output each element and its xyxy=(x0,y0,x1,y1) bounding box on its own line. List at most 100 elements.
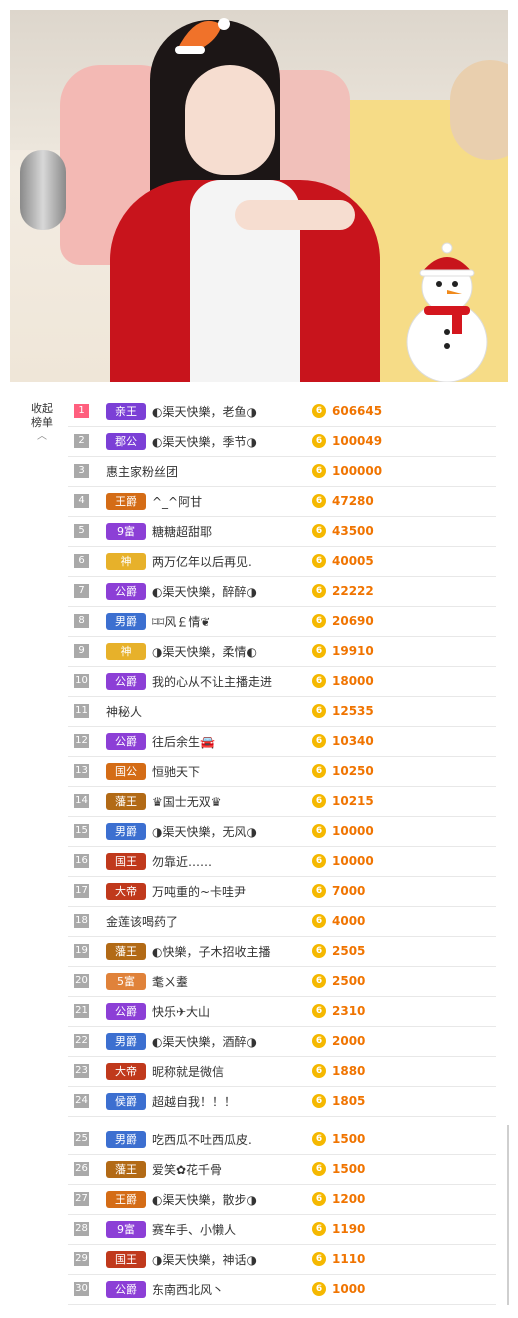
rank-number: 11 xyxy=(74,704,89,718)
leaderboard-row[interactable]: 17 大帝 万吨重的~卡哇尹 6 7000 xyxy=(68,877,496,907)
contribution-amount: 43500 xyxy=(332,524,374,538)
user-name[interactable]: 爱笑✿花千骨 xyxy=(152,1162,222,1178)
leaderboard-row[interactable]: 2 郡公 ◐渠天快樂，季节◑ 6 100049 xyxy=(68,427,496,457)
live-stream-video[interactable] xyxy=(10,10,508,382)
user-name[interactable]: ◐渠天快樂，散步◑ xyxy=(152,1192,257,1208)
streamer-hand xyxy=(235,200,355,230)
user-name[interactable]: 恒驰天下 xyxy=(152,764,200,780)
leaderboard-row[interactable]: 30 公爵 东南西北风丶 6 1000 xyxy=(68,1275,496,1305)
coin-icon: 6 xyxy=(312,554,326,568)
user-name[interactable]: 往后余生🚘 xyxy=(152,734,215,750)
user-name[interactable]: ⌑⌑风￡情❦ xyxy=(152,614,210,630)
scrollbar[interactable] xyxy=(507,1125,509,1305)
rank-number: 8 xyxy=(74,614,89,628)
microphone xyxy=(20,150,66,230)
user-name[interactable]: 快乐✈大山 xyxy=(152,1004,210,1020)
coin-icon: 6 xyxy=(312,494,326,508)
coin-icon: 6 xyxy=(312,854,326,868)
contribution-amount: 100049 xyxy=(332,434,383,448)
user-name[interactable]: 东南西北风丶 xyxy=(152,1282,224,1298)
user-name[interactable]: ◐渠天快樂，老鱼◑ xyxy=(152,404,257,420)
user-name[interactable]: ◐快樂，子木招收主播 xyxy=(152,944,270,960)
rank-number: 10 xyxy=(74,674,89,688)
user-name[interactable]: ◐渠天快樂，醉醉◑ xyxy=(152,584,257,600)
user-name[interactable]: 勿靠近…… xyxy=(152,854,212,870)
user-name[interactable]: 昵称就是微信 xyxy=(152,1064,224,1080)
snowman-icon xyxy=(406,242,488,382)
leaderboard-row[interactable]: 25 男爵 吃西瓜不吐西瓜皮. 6 1500 xyxy=(68,1125,496,1155)
rank-number: 1 xyxy=(74,404,89,418)
user-name[interactable]: ◑渠天快樂，柔情◐ xyxy=(152,644,257,660)
leaderboard-row[interactable]: 3 惠主家粉丝团 6 100000 xyxy=(68,457,496,487)
coin-icon: 6 xyxy=(312,1282,326,1296)
user-name[interactable]: 超越自我！！！ xyxy=(152,1094,236,1110)
user-name[interactable]: 我的心从不让主播走进 xyxy=(152,674,272,690)
leaderboard-row[interactable]: 18 金莲该喝药了 6 4000 xyxy=(68,907,496,937)
leaderboard-row[interactable]: 23 大帝 昵称就是微信 6 1880 xyxy=(68,1057,496,1087)
user-name[interactable]: 惠主家粉丝团 xyxy=(106,464,178,480)
contribution-amount: 2500 xyxy=(332,974,366,988)
collapse-leaderboard-toggle[interactable]: 收起榜单 ︿ xyxy=(22,402,62,444)
leaderboard-row[interactable]: 11 神秘人 6 12535 xyxy=(68,697,496,727)
user-name[interactable]: ^_^阿甘 xyxy=(152,494,202,510)
user-name[interactable]: ◑渠天快樂，无风◑ xyxy=(152,824,257,840)
leaderboard-row[interactable]: 15 男爵 ◑渠天快樂，无风◑ 6 10000 xyxy=(68,817,496,847)
rank-number: 15 xyxy=(74,824,89,838)
leaderboard-row[interactable]: 21 公爵 快乐✈大山 6 2310 xyxy=(68,997,496,1027)
contribution-amount: 18000 xyxy=(332,674,374,688)
leaderboard-row[interactable]: 27 王爵 ◐渠天快樂，散步◑ 6 1200 xyxy=(68,1185,496,1215)
contribution-amount: 2310 xyxy=(332,1004,366,1018)
contribution-amount: 606645 xyxy=(332,404,383,418)
user-name[interactable]: 糖糖超甜耶 xyxy=(152,524,212,540)
leaderboard-row[interactable]: 12 公爵 往后余生🚘 6 10340 xyxy=(68,727,496,757)
user-name[interactable]: ◐渠天快樂，酒醉◑ xyxy=(152,1034,257,1050)
user-name[interactable]: 耄ㄨ耋 xyxy=(152,974,188,990)
leaderboard-row[interactable]: 7 公爵 ◐渠天快樂，醉醉◑ 6 22222 xyxy=(68,577,496,607)
coin-icon: 6 xyxy=(312,614,326,628)
rank-badge: 藩王 xyxy=(106,943,146,960)
user-name[interactable]: 金莲该喝药了 xyxy=(106,914,178,930)
rank-number: 13 xyxy=(74,764,89,778)
leaderboard-row[interactable]: 20 5富 耄ㄨ耋 6 2500 xyxy=(68,967,496,997)
contribution-amount: 47280 xyxy=(332,494,374,508)
user-name[interactable]: ◑渠天快樂，神话◑ xyxy=(152,1252,257,1268)
user-name[interactable]: 万吨重的~卡哇尹 xyxy=(152,884,246,900)
contribution-amount: 1805 xyxy=(332,1094,366,1108)
rank-badge: 侯爵 xyxy=(106,1093,146,1110)
leaderboard-row[interactable]: 6 神两万亿年以后再见. 6 40005 xyxy=(68,547,496,577)
rank-badge: 王爵 xyxy=(106,1191,146,1208)
rank-number: 6 xyxy=(74,554,89,568)
leaderboard-row[interactable]: 8 男爵 ⌑⌑风￡情❦ 6 20690 xyxy=(68,607,496,637)
leaderboard-row[interactable]: 1 亲王 ◐渠天快樂，老鱼◑ 6 606645 xyxy=(68,397,496,427)
coin-icon: 6 xyxy=(312,794,326,808)
leaderboard-row[interactable]: 26 藩王 爱笑✿花千骨 6 1500 xyxy=(68,1155,496,1185)
leaderboard-row[interactable]: 22 男爵 ◐渠天快樂，酒醉◑ 6 2000 xyxy=(68,1027,496,1057)
leaderboard-row[interactable]: 14 藩王 ♛国士无双♛ 6 10215 xyxy=(68,787,496,817)
leaderboard-row[interactable]: 5 9富 糖糖超甜耶 6 43500 xyxy=(68,517,496,547)
leaderboard-row[interactable]: 19 藩王 ◐快樂，子木招收主播 6 2505 xyxy=(68,937,496,967)
leaderboard-row[interactable]: 16 国王 勿靠近…… 6 10000 xyxy=(68,847,496,877)
chevron-up-icon: ︿ xyxy=(37,431,47,442)
rank-badge: 国王 xyxy=(106,853,146,870)
coin-icon: 6 xyxy=(312,944,326,958)
leaderboard-row[interactable]: 29 国王 ◑渠天快樂，神话◑ 6 1110 xyxy=(68,1245,496,1275)
coin-icon: 6 xyxy=(312,1252,326,1266)
coin-icon: 6 xyxy=(312,914,326,928)
user-name[interactable]: 吃西瓜不吐西瓜皮. xyxy=(152,1132,252,1148)
leaderboard-row[interactable]: 13 国公 恒驰天下 6 10250 xyxy=(68,757,496,787)
rank-badge: 男爵 xyxy=(106,823,146,840)
leaderboard-row[interactable]: 4 王爵 ^_^阿甘 6 47280 xyxy=(68,487,496,517)
rank-number: 21 xyxy=(74,1004,89,1018)
user-name[interactable]: ♛国士无双♛ xyxy=(152,794,222,810)
user-name[interactable]: ◐渠天快樂，季节◑ xyxy=(152,434,257,450)
rank-badge: 大帝 xyxy=(106,883,146,900)
rank-badge: 郡公 xyxy=(106,433,146,450)
leaderboard-row[interactable]: 9 神 ◑渠天快樂，柔情◐ 6 19910 xyxy=(68,637,496,667)
user-name[interactable]: 两万亿年以后再见. xyxy=(152,554,252,570)
leaderboard-row[interactable]: 10 公爵 我的心从不让主播走进 6 18000 xyxy=(68,667,496,697)
user-name[interactable]: 赛车手、小懒人 xyxy=(152,1222,236,1238)
coin-icon: 6 xyxy=(312,464,326,478)
leaderboard-row[interactable]: 24 侯爵 超越自我！！！ 6 1805 xyxy=(68,1087,496,1117)
user-name[interactable]: 神秘人 xyxy=(106,704,142,720)
leaderboard-row[interactable]: 28 9富 赛车手、小懒人 6 1190 xyxy=(68,1215,496,1245)
